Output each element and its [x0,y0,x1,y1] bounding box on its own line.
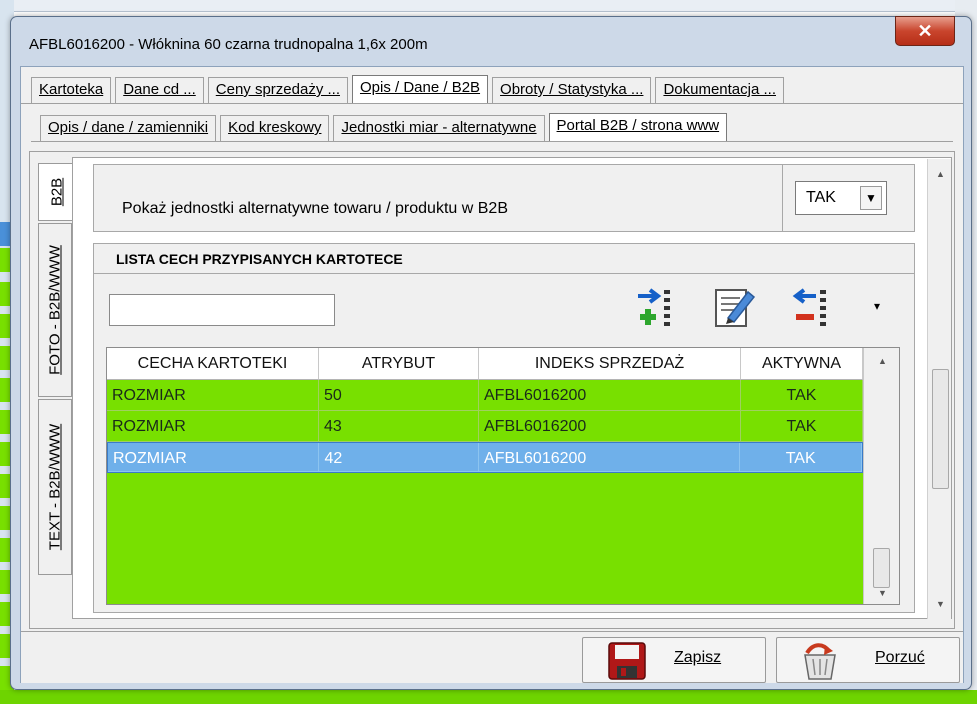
scroll-up-icon[interactable]: ▲ [936,169,945,179]
cell-aktywna: TAK [741,380,863,411]
tab-kod-kreskowy[interactable]: Kod kreskowy [220,115,330,141]
scroll-down-icon[interactable]: ▼ [936,599,945,609]
save-button[interactable]: Zapisz [582,637,766,683]
cell-cecha: ROZMIAR [108,443,320,472]
table-row[interactable]: ROZMIAR 50 AFBL6016200 TAK [107,380,863,411]
alt-units-select[interactable]: TAK ▼ [795,181,887,215]
sub-tab-bar: Opis / dane / zamienniki Kod kreskowy Je… [40,113,731,141]
features-grid: CECHA KARTOTEKI ATRYBUT INDEKS SPRZEDAŻ … [106,347,900,605]
cell-cecha: ROZMIAR [107,380,319,411]
window-title: AFBL6016200 - Włóknina 60 czarna trudnop… [29,36,428,53]
cell-indeks: AFBL6016200 [479,411,741,442]
features-header: LISTA CECH PRZYPISANYCH KARTOTECE [116,251,403,267]
vtab-text-b2b-www[interactable]: TEXT - B2B/WWW [38,399,72,575]
cell-atrybut: 42 [319,443,480,472]
tab-dokumentacja[interactable]: Dokumentacja ... [655,77,784,103]
scroll-down-icon[interactable]: ▼ [878,588,887,598]
cell-aktywna: TAK [741,411,863,442]
add-row-icon[interactable] [636,286,678,330]
section-divider [94,273,914,274]
column-header[interactable]: INDEKS SPRZEDAŻ [479,348,741,380]
vtab-b2b[interactable]: B2B [38,163,74,221]
tab-ceny-sprzedazy[interactable]: Ceny sprzedaży ... [207,77,348,103]
tab-kartoteka[interactable]: Kartoteka [31,77,112,103]
tab-opis-dane-b2b[interactable]: Opis / Dane / B2B [351,75,489,103]
background-toolbar [0,0,977,12]
cell-indeks: AFBL6016200 [479,380,741,411]
close-icon: ✕ [917,20,933,41]
dialog-client-area: Kartoteka Dane cd ... Ceny sprzedaży ...… [20,66,964,683]
scroll-thumb[interactable] [873,548,890,588]
chevron-down-icon[interactable]: ▼ [860,186,882,210]
tab-divider [31,141,953,142]
column-header[interactable]: CECHA KARTOTEKI [107,348,319,380]
column-header[interactable]: ATRYBUT [319,348,479,380]
cell-indeks: AFBL6016200 [479,443,741,472]
grid-scrollbar[interactable]: ▲ ▼ [863,348,899,604]
background-footer-row [0,690,977,704]
more-options-button[interactable]: ▾ [874,299,880,313]
scroll-thumb[interactable] [932,369,949,489]
cell-aktywna: TAK [740,443,862,472]
section-divider [782,165,783,231]
alt-units-value: TAK [806,189,836,206]
vtab-text-label: TEXT - B2B/WWW [46,423,64,551]
save-button-label: Zapisz [674,649,722,666]
cell-atrybut: 43 [319,411,479,442]
table-row[interactable]: ROZMIAR 43 AFBL6016200 TAK [107,411,863,442]
cell-atrybut: 50 [319,380,479,411]
column-header[interactable]: AKTYWNA [741,348,863,380]
tab-opis-dane-zamienniki[interactable]: Opis / dane / zamienniki [40,115,217,141]
remove-row-icon[interactable] [792,286,834,330]
features-section: LISTA CECH PRZYPISANYCH KARTOTECE ▾ CECH… [93,243,915,613]
vtab-foto-b2b-www[interactable]: FOTO - B2B/WWW [38,223,72,397]
scroll-up-icon[interactable]: ▲ [878,356,887,366]
tab-obroty-statystyka[interactable]: Obroty / Statystyka ... [492,77,652,103]
cancel-button-label: Porzuć [875,649,925,666]
vtab-foto-label: FOTO - B2B/WWW [46,245,64,375]
tab-jednostki-miar[interactable]: Jednostki miar - alternatywne [333,115,545,141]
tab-divider [21,103,963,104]
main-tab-bar: Kartoteka Dane cd ... Ceny sprzedaży ...… [31,75,788,103]
tab-portal-b2b[interactable]: Portal B2B / strona www [548,113,728,141]
floppy-disk-icon [608,642,646,680]
b2b-content: Pokaż jednostki alternatywne towaru / pr… [72,157,952,619]
cell-cecha: ROZMIAR [107,411,319,442]
dialog-window: AFBL6016200 - Włóknina 60 czarna trudnop… [10,16,972,690]
trash-can-icon [804,643,836,680]
vtab-b2b-label: B2B [48,177,65,207]
alt-units-section: Pokaż jednostki alternatywne towaru / pr… [93,164,915,232]
table-row-selected[interactable]: ROZMIAR 42 AFBL6016200 TAK [107,442,863,473]
grid-header: CECHA KARTOTEKI ATRYBUT INDEKS SPRZEDAŻ … [107,348,863,380]
alt-units-label: Pokaż jednostki alternatywne towaru / pr… [122,200,508,217]
features-search-input[interactable] [109,294,335,326]
edit-document-icon[interactable] [712,284,756,328]
close-button[interactable]: ✕ [895,16,955,46]
content-scrollbar[interactable]: ▲ ▼ [927,159,951,619]
cancel-button[interactable]: Porzuć [776,637,960,683]
tab-dane-cd[interactable]: Dane cd ... [115,77,204,103]
